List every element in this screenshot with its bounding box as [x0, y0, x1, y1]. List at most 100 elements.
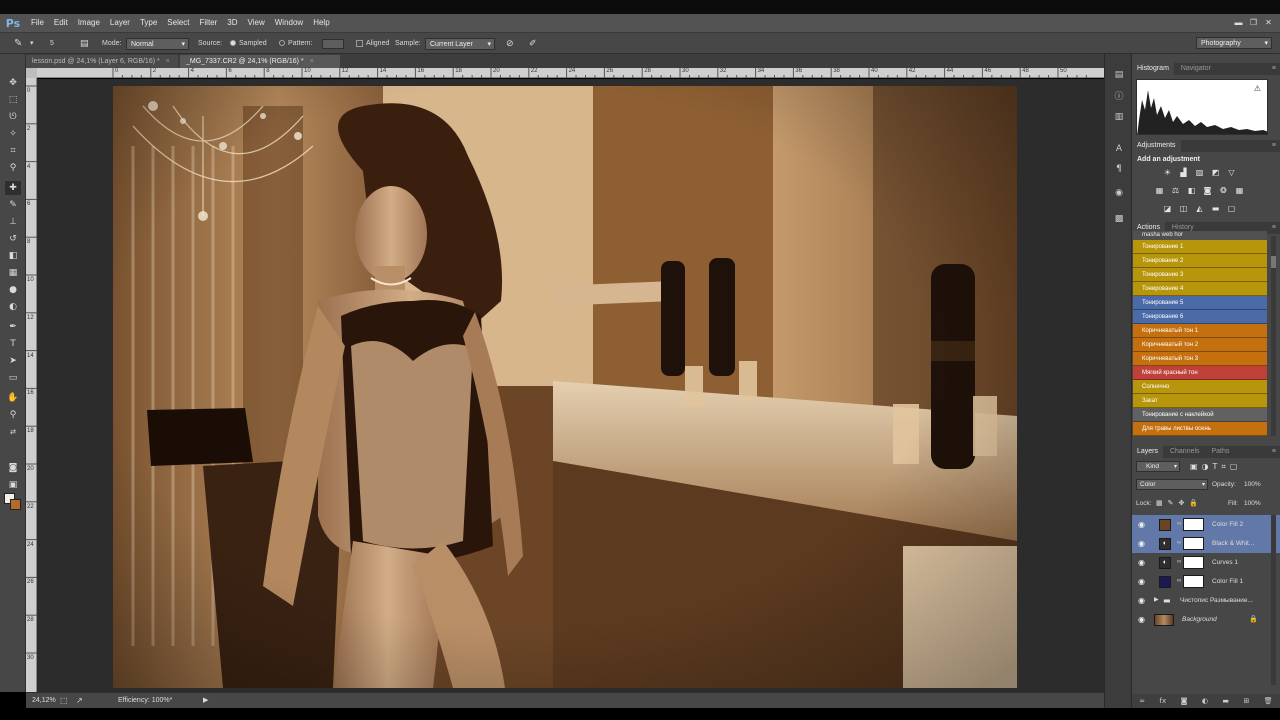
brush-size[interactable]: 5: [50, 38, 54, 50]
photo-filter-icon[interactable]: ◙: [1201, 185, 1214, 197]
dodge-tool-icon[interactable]: ◐: [5, 300, 21, 314]
brush-tool-icon[interactable]: ✎: [5, 198, 21, 212]
properties-panel-icon[interactable]: ▥: [1112, 110, 1126, 124]
menu-image[interactable]: Image: [73, 14, 105, 32]
layer-row-group[interactable]: ◉ ▶ ▬ Чистопис Размывание...: [1132, 591, 1280, 610]
layer-filter-select[interactable]: Kind: [1136, 461, 1180, 472]
action-item[interactable]: Коричневатый тон 3: [1133, 352, 1267, 366]
action-item[interactable]: Тонирование 2: [1133, 254, 1267, 268]
tab-lesson-psd[interactable]: lesson.psd @ 24,1% (Layer 6, RGB/16) * ×: [26, 55, 178, 68]
action-item[interactable]: Тонирование 4: [1133, 282, 1267, 296]
close-tab-icon[interactable]: ×: [310, 58, 314, 65]
brightness-contrast-icon[interactable]: ☀: [1161, 167, 1174, 179]
visibility-eye-icon[interactable]: ◉: [1138, 610, 1148, 629]
status-share-icon[interactable]: ⬚: [60, 693, 68, 709]
sampled-radio[interactable]: Sampled: [230, 38, 267, 50]
menu-window[interactable]: Window: [270, 14, 308, 32]
fill-value[interactable]: 100%: [1244, 500, 1261, 507]
blend-mode-select[interactable]: Color: [1136, 479, 1208, 490]
menu-filter[interactable]: Filter: [195, 14, 223, 32]
marquee-tool-icon[interactable]: ⬚: [5, 93, 21, 107]
pressure-icon[interactable]: ✐: [529, 38, 537, 50]
menu-3d[interactable]: 3D: [222, 14, 242, 32]
action-item[interactable]: Тонирование 3: [1133, 268, 1267, 282]
pattern-radio[interactable]: Pattern:: [279, 38, 313, 50]
panel-menu-icon[interactable]: ≡: [1272, 140, 1276, 152]
layer-row-color-fill-2[interactable]: ◉ ∞ Color Fill 2: [1132, 515, 1280, 534]
opacity-value[interactable]: 100%: [1244, 481, 1261, 488]
delete-layer-icon[interactable]: 🗑: [1264, 697, 1273, 705]
visibility-eye-icon[interactable]: ◉: [1138, 553, 1148, 572]
layer-row-background[interactable]: ◉ Background 🔒: [1132, 610, 1280, 629]
aligned-checkbox[interactable]: Aligned: [356, 38, 389, 50]
curves-icon[interactable]: ▨: [1193, 167, 1206, 179]
new-layer-icon[interactable]: ⊞: [1243, 697, 1249, 705]
layer-filter-icons[interactable]: ▣◑T⌗▢: [1190, 462, 1242, 472]
menu-view[interactable]: View: [243, 14, 270, 32]
healing-brush-icon[interactable]: ✎: [14, 38, 22, 50]
healing-brush-tool-icon[interactable]: ✚: [5, 181, 21, 195]
visibility-eye-icon[interactable]: ◉: [1138, 591, 1148, 610]
visibility-eye-icon[interactable]: ◉: [1138, 572, 1148, 591]
document-photo[interactable]: [113, 86, 1017, 688]
quick-select-tool-icon[interactable]: ✧: [5, 127, 21, 141]
crop-tool-icon[interactable]: ⌗: [5, 144, 21, 158]
clone-stamp-tool-icon[interactable]: ⊥: [5, 215, 21, 229]
move-tool-icon[interactable]: ✥: [5, 76, 21, 90]
action-item[interactable]: Для травы листвы осень: [1133, 422, 1267, 436]
vibrance-icon[interactable]: ▽: [1225, 167, 1238, 179]
layer-row-curves-1[interactable]: ◉ ◐ ∞ Curves 1: [1132, 553, 1280, 572]
3d-panel-icon[interactable]: ◉: [1112, 186, 1126, 200]
ruler-vertical[interactable]: 0 2 4 6 8 10 12 14 16 18 20 22 24 26 28 30: [26, 78, 37, 692]
tab-navigator[interactable]: Navigator: [1176, 63, 1216, 75]
lasso-tool-icon[interactable]: ᘎ: [5, 110, 21, 124]
menu-select[interactable]: Select: [162, 14, 194, 32]
zoom-tool-icon[interactable]: ⚲: [5, 408, 21, 422]
mode-select[interactable]: Normal: [126, 38, 189, 51]
layer-style-icon[interactable]: fx: [1160, 697, 1167, 705]
layer-row-black-white[interactable]: ◉ ◐ ∞ Black & Whit...: [1132, 534, 1280, 553]
paragraph-panel-icon[interactable]: ¶: [1112, 162, 1126, 176]
tab-adjustments[interactable]: Adjustments: [1132, 140, 1181, 152]
color-lookup-icon[interactable]: ▦: [1233, 185, 1246, 197]
action-item[interactable]: Коричневатый тон 1: [1133, 324, 1267, 338]
menu-type[interactable]: Type: [135, 14, 162, 32]
menu-file[interactable]: File: [26, 14, 49, 32]
action-item[interactable]: Тонирование 6: [1133, 310, 1267, 324]
pen-tool-icon[interactable]: ✒: [5, 320, 21, 334]
add-mask-icon[interactable]: ◙: [1181, 697, 1188, 705]
tool-presets-panel-icon[interactable]: ▩: [1112, 212, 1126, 226]
background-color-swatch[interactable]: [10, 499, 21, 510]
panel-menu-icon[interactable]: ≡: [1272, 222, 1276, 234]
threshold-icon[interactable]: ◭: [1193, 203, 1206, 215]
screen-mode-icon[interactable]: ▣: [5, 478, 21, 492]
action-item[interactable]: Тонирование 1: [1133, 240, 1267, 254]
eraser-tool-icon[interactable]: ◧: [5, 249, 21, 263]
black-white-icon[interactable]: ◧: [1185, 185, 1198, 197]
visibility-eye-icon[interactable]: ◉: [1138, 515, 1148, 534]
action-item[interactable]: Солнечно: [1133, 380, 1267, 394]
group-expand-arrow-icon[interactable]: ▶: [1154, 591, 1159, 610]
ruler-origin[interactable]: [26, 68, 37, 78]
posterize-icon[interactable]: ◫: [1177, 203, 1190, 215]
character-panel-icon[interactable]: A: [1112, 142, 1126, 156]
info-panel-icon[interactable]: ⓘ: [1112, 90, 1126, 104]
link-layers-icon[interactable]: ∞: [1139, 697, 1145, 705]
sample-select[interactable]: Current Layer: [425, 38, 495, 51]
actions-scroll-thumb[interactable]: [1271, 256, 1276, 268]
action-item[interactable]: Мягкий красный тон: [1133, 366, 1267, 380]
lock-icons[interactable]: ▦✎✥🔒: [1156, 499, 1203, 507]
panel-menu-icon[interactable]: ≡: [1272, 63, 1276, 75]
color-balance-icon[interactable]: ⚖: [1169, 185, 1182, 197]
action-item[interactable]: Тонирование 5: [1133, 296, 1267, 310]
blur-tool-icon[interactable]: ●: [5, 283, 21, 297]
visibility-eye-icon[interactable]: ◉: [1138, 534, 1148, 553]
selective-color-icon[interactable]: ▢: [1225, 203, 1238, 215]
eyedropper-tool-icon[interactable]: ⚲: [5, 161, 21, 175]
brush-panel-icon[interactable]: ▤: [80, 38, 89, 50]
quick-mask-icon[interactable]: ◙: [5, 461, 21, 475]
close-tab-icon[interactable]: ×: [166, 58, 170, 65]
tool-preset-arrow-icon[interactable]: ▾: [30, 38, 34, 50]
history-panel-icon[interactable]: ▤: [1112, 68, 1126, 82]
menu-layer[interactable]: Layer: [105, 14, 135, 32]
